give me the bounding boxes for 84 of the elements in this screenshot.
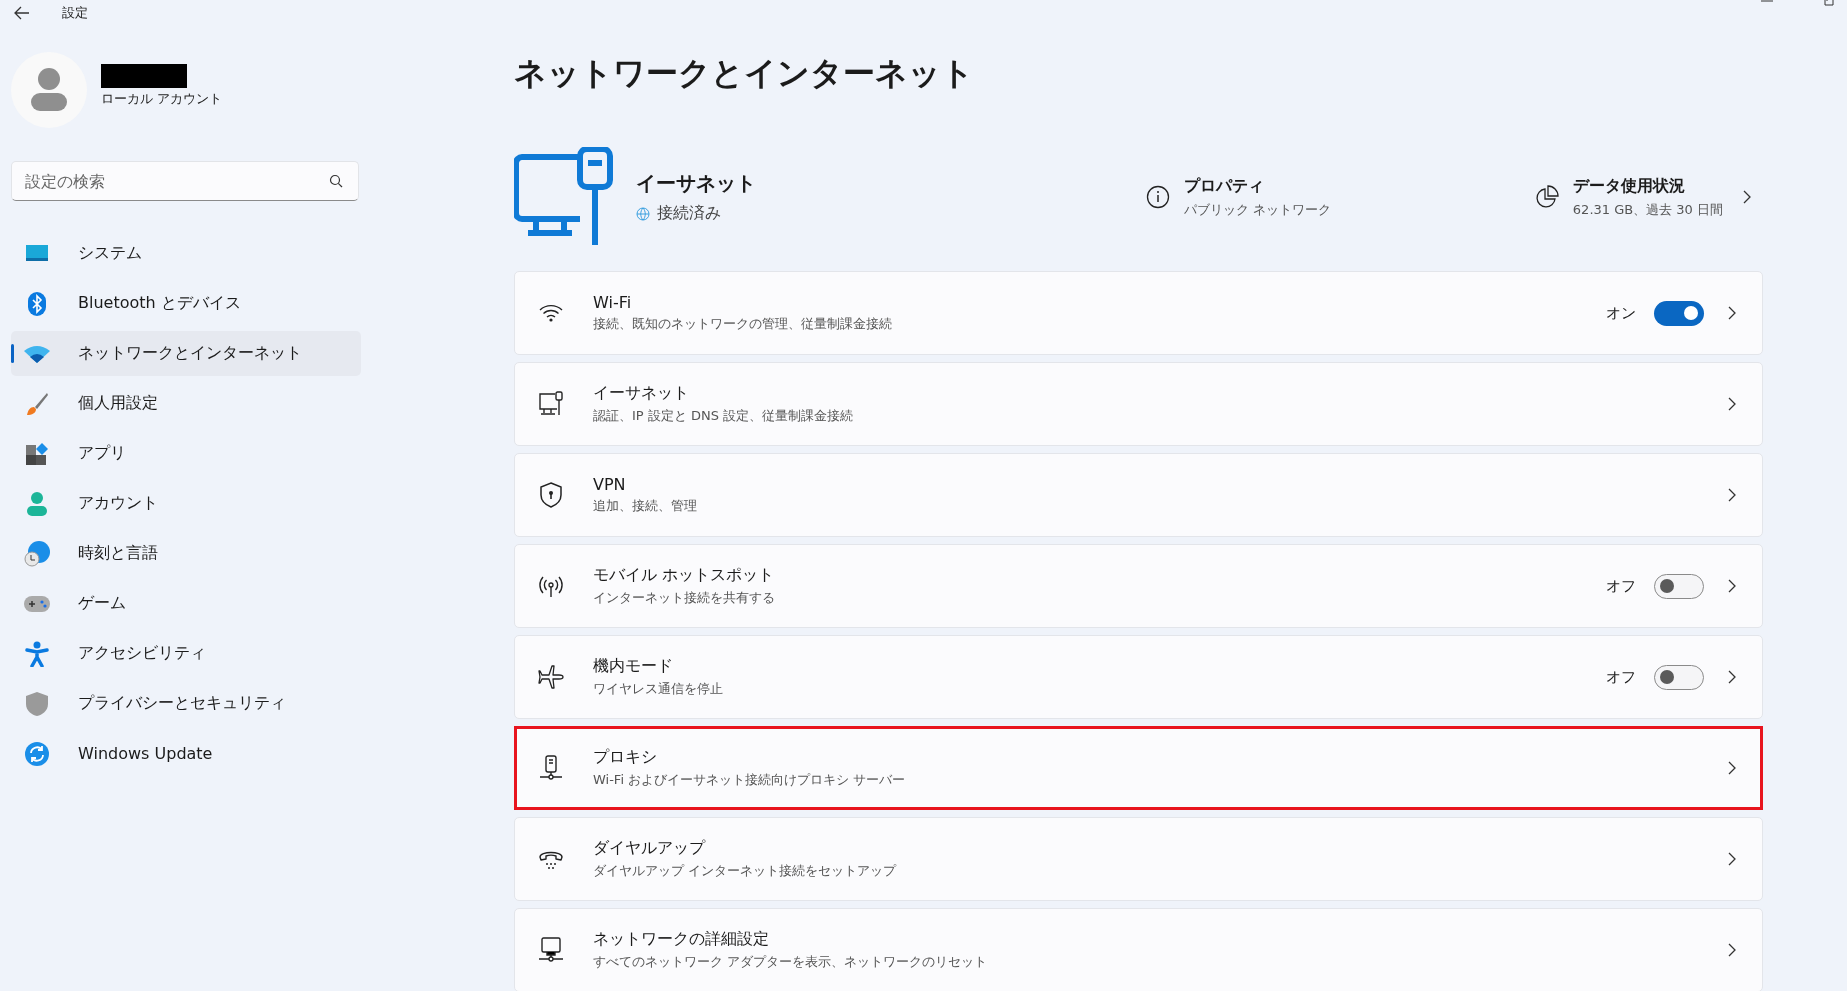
toggle-switch[interactable]: [1654, 664, 1704, 690]
sidebar-item[interactable]: Bluetooth とデバイス: [11, 281, 361, 326]
setting-title: VPN: [593, 475, 627, 494]
sidebar-item[interactable]: ネットワークとインターネット: [11, 331, 361, 376]
person-icon: [24, 491, 50, 516]
search-field[interactable]: 設定の検索: [11, 161, 359, 201]
apps-icon: [24, 442, 50, 465]
search-icon: [329, 174, 343, 188]
setting-description: インターネット接続を共有する: [593, 589, 776, 607]
sidebar-item[interactable]: アクセシビリティ: [11, 631, 361, 676]
chevron-right-icon: [1728, 579, 1736, 593]
globe-icon: [636, 206, 650, 221]
chevron-right-icon: [1728, 943, 1736, 957]
sidebar-item[interactable]: アプリ: [11, 431, 361, 476]
back-arrow-icon[interactable]: [14, 6, 30, 20]
info-icon: [1146, 185, 1170, 209]
chevron-right-icon: [1728, 488, 1736, 502]
toggle-switch[interactable]: [1654, 573, 1704, 599]
networked-monitor-icon: [537, 937, 565, 963]
settings-row[interactable]: ネットワークの詳細設定 すべてのネットワーク アダプターを表示、ネットワークのリセット: [514, 908, 1763, 991]
setting-title: 機内モード: [593, 656, 674, 677]
properties-link[interactable]: プロパティ パブリック ネットワーク: [1146, 175, 1332, 219]
settings-row[interactable]: 機内モード ワイヤレス通信を停止 オフ: [514, 635, 1763, 719]
setting-title: Wi-Fi: [593, 293, 633, 312]
toggle-state-label: オン: [1606, 303, 1636, 323]
avatar-icon: [11, 52, 87, 128]
ethernet-monitor-icon: [514, 147, 614, 247]
setting-title: モバイル ホットスポット: [593, 565, 776, 586]
toggle-state-label: オフ: [1606, 576, 1636, 596]
sidebar-item[interactable]: 時刻と言語: [11, 531, 361, 576]
globe-clock-icon: [24, 540, 50, 567]
setting-description: Wi-Fi およびイーサネット接続向けプロキシ サーバー: [593, 771, 907, 789]
settings-row[interactable]: イーサネット 認証、IP 設定と DNS 設定、従量制課金接続: [514, 362, 1763, 446]
monitor-icon: [24, 244, 50, 263]
chevron-right-icon: [1728, 306, 1736, 320]
connection-name: イーサネット: [636, 170, 756, 197]
shield-icon: [24, 691, 50, 716]
window-title: 設定: [62, 4, 88, 22]
settings-row[interactable]: モバイル ホットスポット インターネット接続を共有する オフ: [514, 544, 1763, 628]
gamepad-icon: [24, 595, 50, 612]
sidebar-item[interactable]: 個人用設定: [11, 381, 361, 426]
airplane-icon: [537, 664, 565, 690]
settings-row[interactable]: Wi-Fi 接続、既知のネットワークの管理、従量制課金接続 オン: [514, 271, 1763, 355]
wifi-icon: [537, 303, 565, 323]
chevron-right-icon: [1743, 190, 1751, 204]
setting-description: すべてのネットワーク アダプターを表示、ネットワークのリセット: [593, 953, 989, 971]
setting-description: 接続、既知のネットワークの管理、従量制課金接続: [593, 315, 893, 333]
brush-icon: [24, 391, 50, 416]
setting-title: プロキシ: [593, 747, 658, 768]
chevron-right-icon: [1728, 397, 1736, 411]
setting-description: ワイヤレス通信を停止: [593, 680, 724, 698]
toggle-switch[interactable]: [1654, 300, 1704, 326]
pie-chart-icon: [1534, 185, 1559, 209]
chevron-right-icon: [1728, 761, 1736, 775]
ethernet-monitor-icon: [537, 391, 565, 417]
accessibility-icon: [24, 640, 50, 667]
update-icon: [24, 741, 50, 766]
chevron-right-icon: [1728, 852, 1736, 866]
setting-title: ネットワークの詳細設定: [593, 929, 770, 950]
sidebar-item[interactable]: プライバシーとセキュリティ: [11, 681, 361, 726]
account-type: ローカル アカウント: [101, 90, 223, 108]
settings-row[interactable]: VPN 追加、接続、管理: [514, 453, 1763, 537]
sidebar-item[interactable]: Windows Update: [11, 731, 361, 776]
restore-icon[interactable]: [1823, 0, 1835, 6]
sidebar-item[interactable]: システム: [11, 231, 361, 276]
setting-title: イーサネット: [593, 383, 690, 404]
setting-description: 認証、IP 設定と DNS 設定、従量制課金接続: [593, 407, 855, 425]
sidebar-item[interactable]: アカウント: [11, 481, 361, 526]
chevron-right-icon: [1728, 670, 1736, 684]
sidebar-item[interactable]: ゲーム: [11, 581, 361, 626]
setting-title: ダイヤルアップ: [593, 838, 707, 859]
antenna-icon: [537, 574, 565, 598]
settings-row[interactable]: ダイヤルアップ ダイヤルアップ インターネット接続をセットアップ: [514, 817, 1763, 901]
toggle-state-label: オフ: [1606, 667, 1636, 687]
data-usage-link[interactable]: データ使用状況 62.31 GB、過去 30 日間: [1534, 175, 1751, 219]
setting-description: ダイヤルアップ インターネット接続をセットアップ: [593, 862, 898, 880]
settings-row[interactable]: プロキシ Wi-Fi およびイーサネット接続向けプロキシ サーバー: [514, 726, 1763, 810]
setting-description: 追加、接続、管理: [593, 497, 698, 515]
server-icon: [537, 755, 565, 781]
shield-icon: [537, 482, 565, 508]
wifi-icon: [24, 344, 50, 363]
connection-status: 接続済み: [657, 203, 721, 224]
minimize-icon[interactable]: [1761, 0, 1773, 4]
page-title: ネットワークとインターネット: [514, 53, 975, 94]
